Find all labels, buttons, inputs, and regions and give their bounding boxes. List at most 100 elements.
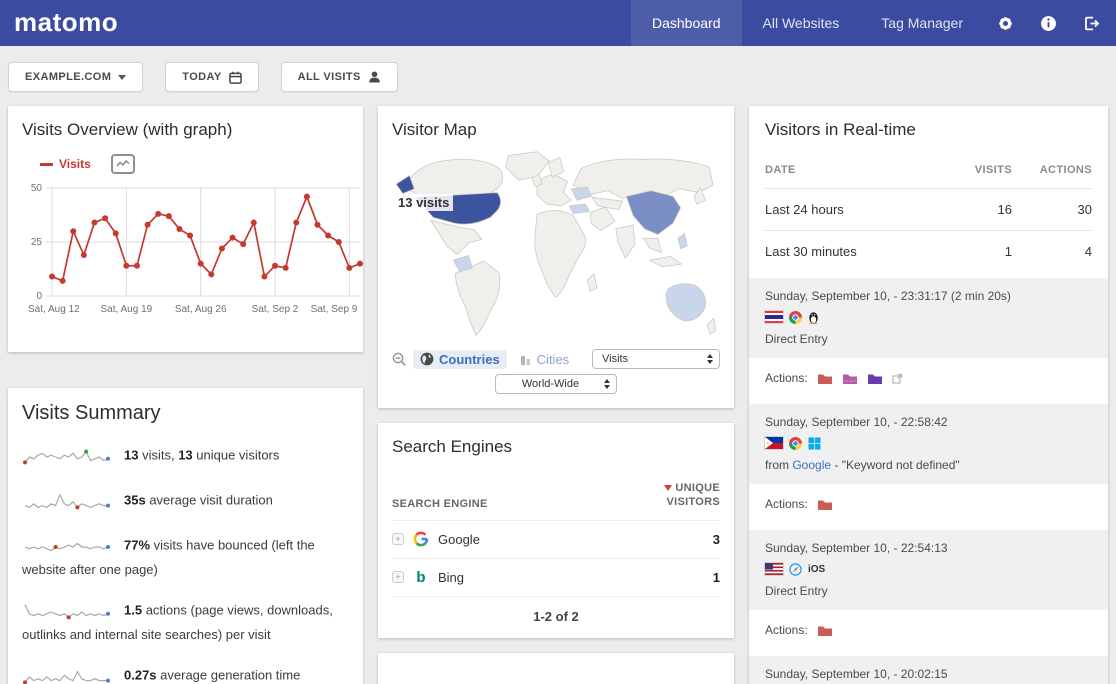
visit-icons: [765, 310, 1092, 324]
map-indonesia[interactable]: [649, 256, 681, 266]
visit-entry: Sunday, September 10, - 23:31:17 (2 min …: [749, 278, 1108, 398]
map-madagascar[interactable]: [587, 273, 597, 291]
referrer-google-link[interactable]: Google: [792, 458, 831, 472]
visit-info: Sunday, September 10, - 20:02:15: [749, 656, 1108, 684]
globe-icon: [420, 352, 434, 366]
svg-text:Sat, Aug 19: Sat, Aug 19: [100, 304, 152, 315]
col-search-engine[interactable]: SEARCH ENGINE: [392, 498, 488, 510]
svg-text:50: 50: [31, 183, 43, 194]
engine-name[interactable]: Google: [438, 532, 480, 547]
philippines-flag-icon: [765, 437, 783, 449]
nav-item-dashboard[interactable]: Dashboard: [631, 0, 742, 46]
red-folder-icon[interactable]: [817, 624, 833, 637]
visit-actions: Actions:: [749, 358, 1108, 398]
map-tab-countries[interactable]: Countries: [413, 350, 507, 369]
map-turkey[interactable]: [569, 204, 589, 214]
map-region-select[interactable]: World-Wide: [495, 374, 617, 394]
expand-row-icon[interactable]: +: [392, 533, 404, 545]
nav-spacer: [200, 0, 631, 46]
map-canada[interactable]: [406, 159, 503, 196]
map-europe[interactable]: [537, 175, 571, 206]
generation-sparkline[interactable]: [22, 662, 114, 684]
map-china[interactable]: [626, 191, 680, 235]
visits-overview-title: Visits Overview (with graph): [22, 120, 349, 140]
visit-icons: iOS: [765, 562, 1092, 576]
legend-label: Visits: [59, 157, 91, 171]
bing-icon: b: [413, 569, 429, 586]
map-africa[interactable]: [535, 210, 586, 297]
map-tab-countries-label: Countries: [439, 352, 500, 367]
column-right: Visitors in Real-time DATE VISITS ACTION…: [749, 106, 1108, 684]
red-folder-icon[interactable]: [817, 372, 833, 385]
next-widget-partial: [378, 653, 734, 684]
map-ukraine[interactable]: [571, 187, 591, 200]
site-selector-label: EXAMPLE.COM: [25, 71, 111, 83]
engine-name[interactable]: Bing: [438, 570, 464, 585]
map-australia[interactable]: [666, 284, 706, 321]
visit-info: Sunday, September 10, - 22:54:13 iOS Dir…: [749, 530, 1108, 610]
visits-sparkline[interactable]: [22, 442, 114, 470]
visit-datetime: Sunday, September 10, - 22:54:13: [765, 541, 1092, 555]
svg-text:0: 0: [36, 291, 42, 302]
settings-gear-icon[interactable]: [984, 0, 1027, 46]
dashboard-grid: Visits Overview (with graph) Visits 0255…: [0, 104, 1116, 684]
sort-desc-icon: [664, 485, 672, 491]
actions-sparkline[interactable]: [22, 597, 114, 625]
pink-folder-icon[interactable]: [842, 372, 858, 385]
nav-item-tag-manager[interactable]: Tag Manager: [860, 0, 984, 46]
segment-selector-button[interactable]: ALL VISITS: [281, 62, 398, 92]
summary-row-actions: 1.5 actions (page views, downloads, outl…: [22, 597, 349, 645]
map-mexico[interactable]: [430, 220, 481, 254]
map-central-asia[interactable]: [592, 197, 622, 209]
column-left: Visits Overview (with graph) Visits 0255…: [8, 106, 363, 684]
export-image-icon[interactable]: [111, 154, 135, 174]
external-page-icon[interactable]: [892, 373, 903, 384]
purple-folder-icon[interactable]: [867, 372, 883, 385]
visit-entry: Sunday, September 10, - 20:02:15: [749, 656, 1108, 684]
us-flag-icon: [765, 563, 783, 575]
pagination-label: 1-2 of 2: [392, 596, 720, 638]
map-controls: Countries Cities Visits: [392, 349, 720, 369]
duration-sparkline[interactable]: [22, 487, 114, 515]
period-selector-button[interactable]: TODAY: [165, 62, 258, 92]
engine-value: 1: [713, 570, 720, 585]
search-engine-row-google[interactable]: + Google 3: [392, 520, 720, 558]
red-folder-icon[interactable]: [817, 498, 833, 511]
col-date: DATE: [765, 164, 942, 176]
visit-actions: Actions:: [749, 610, 1108, 650]
map-greenland[interactable]: [506, 152, 550, 181]
info-icon[interactable]: [1027, 0, 1070, 46]
bounce-sparkline[interactable]: [22, 532, 114, 560]
search-engine-row-bing[interactable]: + b Bing 1: [392, 558, 720, 596]
col-visits: VISITS: [942, 164, 1012, 176]
world-map[interactable]: 13 visits: [392, 146, 720, 347]
world-map-svg[interactable]: [392, 146, 720, 342]
map-tab-cities[interactable]: Cities: [513, 350, 577, 369]
visit-datetime: Sunday, September 10, - 23:31:17 (2 min …: [765, 289, 1092, 303]
column-middle: Visitor Map 13 visits: [378, 106, 734, 684]
caret-down-icon: [118, 75, 126, 80]
matomo-logo[interactable]: matomo: [0, 0, 200, 46]
map-scandinavia[interactable]: [548, 157, 563, 177]
signout-icon[interactable]: [1070, 0, 1116, 46]
col-unique-visitors[interactable]: UNIQUEVISITORS: [664, 481, 720, 510]
visit-actions: Actions:: [749, 484, 1108, 524]
map-metric-select[interactable]: Visits: [592, 349, 720, 369]
visits-overview-widget: Visits Overview (with graph) Visits 0255…: [8, 106, 363, 352]
map-south-america[interactable]: [455, 261, 500, 335]
map-philippines[interactable]: [678, 234, 688, 249]
site-selector-button[interactable]: EXAMPLE.COM: [8, 62, 143, 92]
safari-browser-icon: [789, 563, 802, 576]
map-middle-east[interactable]: [590, 207, 615, 231]
nav-item-all-websites[interactable]: All Websites: [742, 0, 861, 46]
map-se-asia[interactable]: [644, 238, 662, 252]
actions-label: Actions:: [765, 371, 808, 385]
visits-summary-widget: Visits Summary 13 visits, 13 unique visi…: [8, 388, 363, 684]
visit-referrer: Direct Entry: [765, 332, 1092, 346]
map-india[interactable]: [616, 225, 635, 258]
top-navbar: matomo Dashboard All Websites Tag Manage…: [0, 0, 1116, 46]
map-new-zealand[interactable]: [707, 318, 716, 334]
zoom-out-icon[interactable]: [392, 352, 407, 367]
expand-row-icon[interactable]: +: [392, 571, 404, 583]
realtime-table-header: DATE VISITS ACTIONS: [765, 164, 1092, 188]
